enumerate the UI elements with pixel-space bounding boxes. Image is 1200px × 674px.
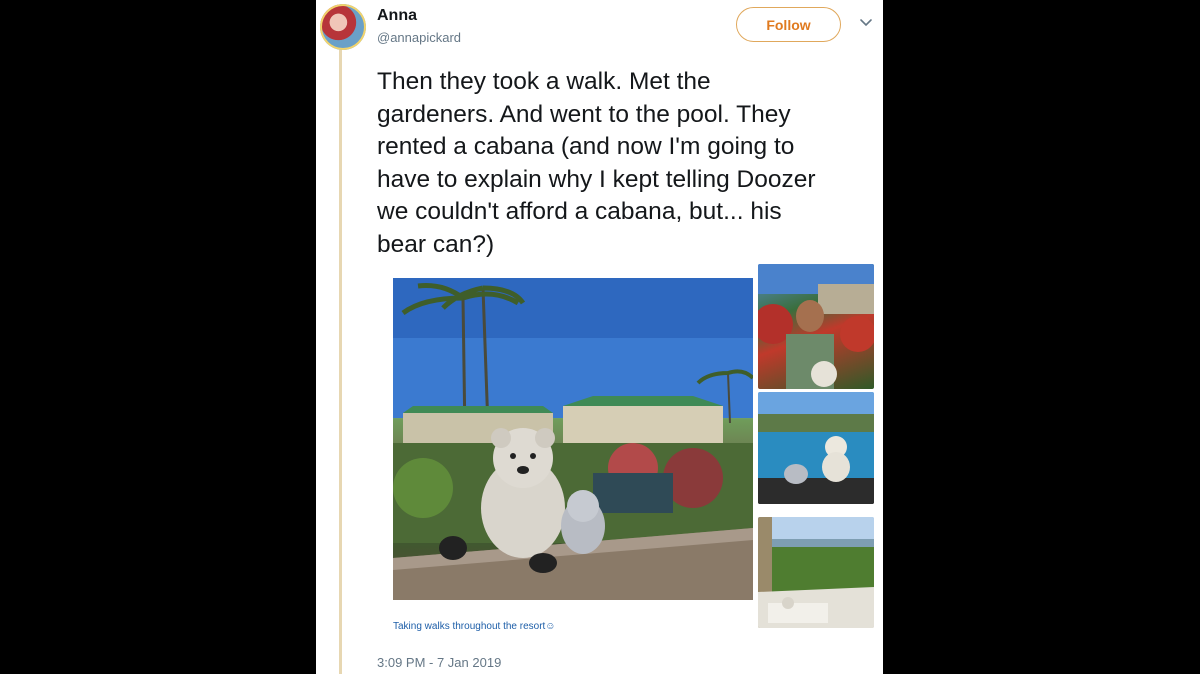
photo-caption: Taking walks throughout the resort☺ <box>393 621 556 632</box>
tweet-photo-cabana[interactable] <box>758 517 874 628</box>
tweet-photo-main[interactable] <box>393 278 753 600</box>
chevron-down-icon[interactable] <box>858 14 874 30</box>
avatar[interactable] <box>320 4 366 50</box>
tweet-text: Then they took a walk. Met the gardeners… <box>377 68 816 258</box>
user-handle[interactable]: @annapickard <box>377 30 461 45</box>
thread-line <box>339 50 342 674</box>
user-name[interactable]: Anna <box>377 7 417 25</box>
tweet-photo-gardener[interactable] <box>758 264 874 389</box>
follow-button[interactable]: Follow <box>736 7 841 42</box>
tweet-timestamp[interactable]: 3:09 PM - 7 Jan 2019 <box>377 655 501 670</box>
tweet-photo-pool[interactable] <box>758 392 874 504</box>
